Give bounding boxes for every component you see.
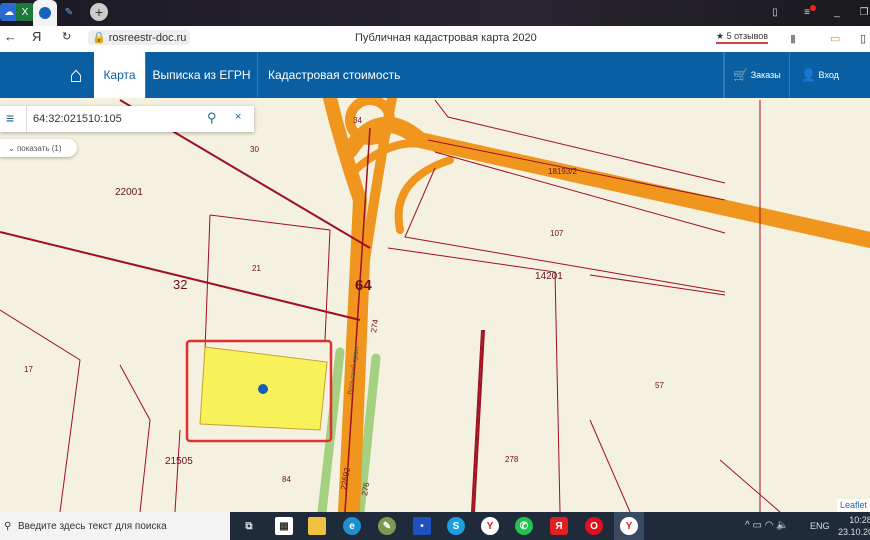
tab-active-rosreestr[interactable]	[33, 0, 57, 26]
task-view-icon[interactable]: ⧉	[240, 517, 258, 535]
back-icon[interactable]: ←	[4, 29, 17, 44]
label-18193: 18193/2	[548, 167, 577, 176]
search-divider	[26, 106, 27, 132]
show-label: показать (1)	[16, 143, 62, 153]
login-label: Вход	[818, 70, 839, 80]
label-57: 57	[655, 381, 664, 390]
parcel-boundaries	[0, 99, 781, 512]
yandex-browser-active-icon[interactable]: Y	[614, 512, 644, 540]
reload-icon[interactable]: ↻	[62, 30, 71, 43]
skype-icon[interactable]: S	[447, 517, 465, 535]
clock[interactable]: 10:28 23.10.2020	[838, 514, 870, 538]
label-274: 274	[369, 318, 380, 333]
clear-icon[interactable]: ×	[235, 111, 241, 123]
label-64: 64	[355, 277, 372, 294]
paint-icon[interactable]: ✎	[378, 517, 396, 535]
label-22001: 22001	[115, 187, 143, 198]
nav-cadastral-cost[interactable]: Кадастровая стоимость	[258, 52, 724, 98]
app-icon[interactable]: •	[413, 517, 431, 535]
hamburger-menu-icon[interactable]: ≡	[6, 110, 14, 126]
tray-icons[interactable]: ^ ▭ ◠ 🔈	[745, 520, 789, 531]
url-field[interactable]: 🔒 rosreestr-doc.ru	[88, 30, 191, 45]
extension-icon[interactable]: ▯	[860, 32, 866, 45]
label-17: 17	[24, 365, 33, 374]
label-107: 107	[550, 229, 564, 238]
label-14201: 14201	[535, 271, 563, 282]
nav-orders[interactable]: 🛒 Заказы	[724, 52, 790, 98]
search-icon: ⚲	[4, 520, 12, 532]
tab-feather-icon[interactable]: ✎	[60, 3, 78, 21]
label-21: 21	[252, 264, 261, 273]
edge-icon[interactable]: e	[343, 517, 361, 535]
opera-icon[interactable]: O	[585, 517, 603, 535]
label-21505: 21505	[165, 456, 193, 467]
chevron-down-icon: ⌄	[8, 143, 17, 153]
label-30: 30	[250, 145, 259, 154]
yandex-icon[interactable]: Я	[550, 517, 568, 535]
address-bar: ← Я ↻ 🔒 rosreestr-doc.ru Публичная кадас…	[0, 26, 870, 52]
battery-icon[interactable]: ▭	[830, 32, 840, 45]
orders-label: Заказы	[750, 70, 781, 80]
search-input[interactable]: 64:32:021510:105	[33, 113, 122, 125]
user-icon: 👤	[801, 68, 817, 82]
cart-icon: 🛒	[733, 68, 749, 82]
label-84: 84	[282, 475, 291, 484]
taskbar-search-placeholder: Введите здесь текст для поиска	[18, 520, 167, 532]
store-icon[interactable]: ▦	[275, 517, 293, 535]
page-title: Публичная кадастровая карта 2020	[355, 32, 537, 44]
site-navbar: ⌂ Карта Выписка из ЕГРН Кадастровая стои…	[0, 52, 870, 98]
reviews-text: 5 отзывов	[726, 31, 769, 41]
cadastral-search-box: ≡ 64:32:021510:105 ⚲ ×	[0, 106, 254, 132]
label-34: 34	[353, 116, 362, 125]
language-indicator[interactable]: ENG	[810, 521, 830, 531]
menu-icon[interactable]: ≡	[798, 3, 816, 21]
map-canvas[interactable]: 34 30 22001 18193/2 107 21 32 64 274 142…	[0, 98, 870, 512]
nav-login[interactable]: 👤 Вход	[790, 52, 850, 98]
clock-date: 23.10.2020	[838, 527, 870, 537]
nav-map[interactable]: Карта	[94, 52, 146, 98]
clock-time: 10:28	[849, 515, 870, 525]
taskbar-search[interactable]: ⚲ Введите здесь текст для поиска	[0, 512, 230, 540]
file-explorer-icon[interactable]	[308, 517, 326, 535]
yandex-browser-icon[interactable]: Y	[481, 517, 499, 535]
restore-button[interactable]: ❐	[855, 3, 870, 21]
yandex-icon[interactable]: Я	[32, 29, 41, 44]
windows-taskbar: ⚲ Введите здесь текст для поиска ⧉ ▦ e ✎ …	[0, 512, 870, 540]
parcel-marker-icon[interactable]	[258, 384, 268, 394]
label-276: 276	[360, 481, 371, 496]
roads	[323, 98, 870, 512]
nav-egrn[interactable]: Выписка из ЕГРН	[146, 52, 258, 98]
url-text: rosreestr-doc.ru	[108, 32, 187, 44]
whatsapp-icon[interactable]: ✆	[515, 517, 533, 535]
bookmark-icon[interactable]: ▮	[790, 32, 796, 45]
tab-excel-icon[interactable]: X	[16, 3, 34, 21]
show-results-toggle[interactable]: ⌄ показать (1)	[0, 139, 77, 157]
leaflet-attribution[interactable]: Leaflet	[836, 499, 870, 512]
minimize-button[interactable]: _	[828, 3, 846, 21]
label-32: 32	[173, 277, 187, 292]
search-icon[interactable]: ⚲	[207, 110, 217, 126]
cadastral-map[interactable]: 34 30 22001 18193/2 107 21 32 64 274 142…	[0, 98, 870, 512]
home-icon[interactable]: ⌂	[58, 52, 94, 98]
browser-tab-strip: ☁ X ✎ + ▯ ≡ _ ❐	[0, 0, 870, 26]
label-278: 278	[505, 455, 519, 464]
new-tab-button[interactable]: +	[90, 3, 108, 21]
reviews-link[interactable]: ★ 5 отзывов	[716, 31, 769, 44]
site-favicon-icon	[39, 7, 51, 19]
bookmarks-panel-icon[interactable]: ▯	[766, 3, 784, 21]
